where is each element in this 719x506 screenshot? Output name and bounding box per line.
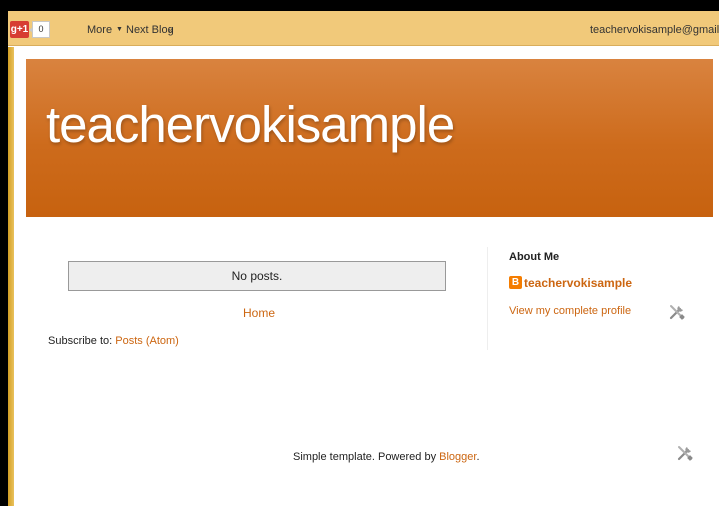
view-profile-link[interactable]: View my complete profile <box>509 305 631 317</box>
footer-period: . <box>476 451 480 463</box>
gplus-count: 0 <box>29 21 50 38</box>
tools-icon[interactable] <box>676 444 694 462</box>
subscribe-line: Subscribe to: Posts (Atom) <box>48 335 179 347</box>
posts-atom-link[interactable]: Posts (Atom) <box>115 335 179 347</box>
blog-title[interactable]: teachervokisample <box>46 95 455 154</box>
browser-page: g+1 0 More ▼ Next Blog » teachervokisamp… <box>8 11 719 506</box>
footer-attribution: Simple template. Powered by Blogger. <box>293 451 480 463</box>
blog-header: teachervokisample <box>26 59 713 217</box>
gplus-one-button[interactable]: g+1 <box>10 21 29 38</box>
about-me-heading: About Me <box>509 251 560 263</box>
user-email[interactable]: teachervokisample@gmail.com <box>590 24 719 36</box>
blogger-icon: B <box>509 276 522 289</box>
profile-name-link[interactable]: teachervokisample <box>524 276 632 290</box>
home-link[interactable]: Home <box>243 306 275 320</box>
blogger-navbar: g+1 0 More ▼ Next Blog » teachervokisamp… <box>8 11 719 46</box>
no-posts-message: No posts. <box>68 261 446 291</box>
left-page-edge <box>8 47 14 506</box>
subscribe-label: Subscribe to: <box>48 335 113 347</box>
more-menu-button[interactable]: More <box>87 24 112 36</box>
tools-icon[interactable] <box>668 303 686 321</box>
column-divider <box>487 247 488 350</box>
double-arrow-icon[interactable]: » <box>168 25 173 35</box>
footer-text: Simple template. Powered by <box>293 451 437 463</box>
chevron-down-icon[interactable]: ▼ <box>116 26 123 33</box>
blogger-link[interactable]: Blogger <box>439 451 476 463</box>
next-blog-link[interactable]: Next Blog <box>126 24 174 36</box>
